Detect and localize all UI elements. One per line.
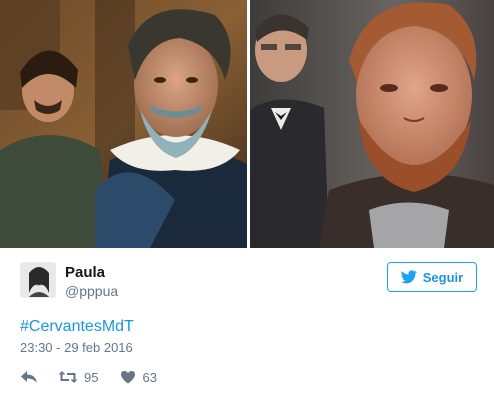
reply-button[interactable] xyxy=(20,370,38,384)
retweet-count: 95 xyxy=(84,369,99,385)
follow-button-label: Seguir xyxy=(422,269,464,285)
tweet-media[interactable] xyxy=(0,0,494,248)
retweet-icon xyxy=(58,371,78,383)
tweet-photo-left[interactable] xyxy=(0,0,249,248)
photo-divider xyxy=(247,0,250,248)
tweet-photo-right[interactable] xyxy=(249,0,494,248)
avatar-image xyxy=(21,263,55,297)
tweet-actions: 95 63 xyxy=(20,368,157,386)
like-count: 63 xyxy=(142,369,157,385)
hashtag-link[interactable]: #CervantesMdT xyxy=(20,318,134,336)
author-handle[interactable]: @pppua xyxy=(65,283,118,299)
twitter-bird-icon xyxy=(400,270,417,284)
photo-right-image xyxy=(249,0,494,248)
like-button[interactable]: 63 xyxy=(120,369,157,385)
reply-icon xyxy=(21,371,37,383)
tweet-timestamp[interactable]: 23:30 - 29 feb 2016 xyxy=(20,340,133,355)
retweet-button[interactable]: 95 xyxy=(58,370,98,385)
author-name[interactable]: Paula xyxy=(65,264,105,281)
follow-button[interactable]: Seguir xyxy=(387,262,477,292)
avatar[interactable] xyxy=(20,262,56,298)
heart-icon xyxy=(121,371,136,384)
photo-left-image xyxy=(0,0,249,248)
